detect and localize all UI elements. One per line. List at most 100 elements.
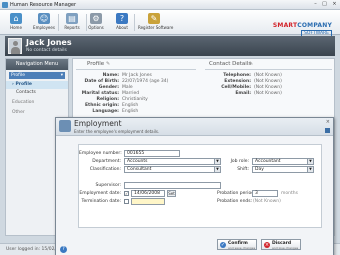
minimize-icon[interactable]: – [311,1,320,8]
toolbar: ⌂ Home ☺ Employees ▤ Reports ⚙ Options ?… [0,10,340,37]
employee-number-label: Employee number: [79,151,122,156]
classification-value: Consultant [127,167,152,172]
field-value: Male [122,85,133,90]
classification-select[interactable]: Consultant ▼ [124,166,221,173]
app-icon [2,2,8,8]
brand-company: COMPANY [297,22,332,29]
close-icon[interactable]: × [330,1,339,8]
maximize-icon[interactable]: □ [320,1,329,8]
sidebar-item-label: Education [12,100,35,105]
field-value: (Not Known) [254,79,282,84]
options-button[interactable]: ⚙ Options [84,12,108,33]
about-icon: ? [116,13,128,24]
employees-label: Employees [33,25,55,30]
termination-date-checkbox[interactable] [124,199,129,204]
dialog-subtitle: Enter the employee's employment details. [74,129,160,134]
set-date-button[interactable]: Set [167,190,176,197]
sidebar-section-select[interactable]: Profile ▾ [9,72,65,79]
field-label: Language: [92,109,119,114]
termination-date-input[interactable] [131,198,165,205]
sidebar-title: Navigation Menu [6,59,68,70]
employment-date-label: Employment date: [79,191,121,196]
sidebar-item-other[interactable]: Other [6,109,68,117]
register-software-label: Register Software [138,25,174,30]
dialog-header: Employment Enter the employee's employme… [56,118,333,136]
probation-period-input[interactable]: 3 [252,190,278,197]
dialog-title: Employment [74,119,122,128]
home-icon: ⌂ [10,13,22,24]
shift-value: Day [255,167,264,172]
profile-divider [76,69,196,70]
supervisor-input[interactable] [124,182,221,189]
employment-date-input[interactable]: 14/06/2008 [131,190,165,197]
field-value: English [122,103,139,108]
employees-button[interactable]: ☺ Employees [32,12,56,33]
register-software-button[interactable]: ✎ Register Software [138,12,174,33]
field-label: Telephone: [223,73,251,78]
field-value: Christianity [122,97,148,102]
employee-number-input[interactable]: 001655 [124,150,180,157]
sidebar-item-label: Contacts [16,90,36,95]
field-label: Name: [102,73,119,78]
field-value: Married [122,91,140,96]
field-label: Date of Birth: [84,79,119,84]
shift-select[interactable]: Day ▼ [252,166,314,173]
field-value: (Not Known) [254,85,282,90]
sidebar-item-label: Other [12,110,25,115]
sidebar-item-profile[interactable]: › Profile [6,81,68,89]
discard-icon: × [264,242,270,248]
confirm-button[interactable]: ✓ Confirm and save changes [217,239,257,250]
register-icon: ✎ [148,13,160,24]
chevron-down-icon: ▼ [307,159,313,164]
classification-label: Classification: [89,167,121,172]
chevron-down-icon: ▼ [214,167,220,172]
probation-period-label: Probation period: [217,191,256,196]
window-title: Human Resource Manager [10,2,77,8]
home-button[interactable]: ⌂ Home [4,12,28,33]
reports-button[interactable]: ▤ Reports [60,12,84,33]
field-value: 22/07/1974 (age 34) [122,79,169,84]
toolbar-separator [134,14,135,31]
field-label: Email: [235,91,251,96]
sidebar-section-value: Profile [11,73,25,78]
edit-contact-icon[interactable]: ✎ [249,61,253,67]
brand-smart: SMART [272,22,298,29]
job-role-label: Job role: [230,159,249,164]
employee-header: Jack Jones No contact details [5,36,335,56]
dialog-close-icon[interactable]: × [326,119,330,125]
department-label: Department: [92,159,121,164]
job-role-select[interactable]: Accountant ▼ [252,158,314,165]
probation-ends-value: (Not Known) [253,199,281,204]
department-select[interactable]: Accounts ▼ [124,158,221,165]
employee-name: Jack Jones [26,38,72,47]
field-value: (Not Known) [254,91,282,96]
home-label: Home [10,25,22,30]
save-icon[interactable] [325,128,330,133]
brand-logo: SMARTCOMPANY SOFTWARE [273,22,332,37]
field-label: Marital status: [81,91,119,96]
chevron-down-icon: ▼ [214,159,220,164]
discard-button[interactable]: × Discard and lose changes [261,239,301,250]
toolbar-separator [58,14,59,31]
reports-icon: ▤ [66,13,78,24]
profile-section-title: Profile [87,61,105,67]
avatar-body [11,47,20,54]
employment-form: Employee number: 001655 Department: Acco… [78,144,322,228]
about-label: About [116,25,128,30]
chevron-right-icon: › [12,82,14,87]
employees-icon: ☺ [38,13,50,24]
check-icon: ✓ [220,242,226,248]
termination-date-label: Termination date: [81,199,121,204]
employment-icon [59,120,71,132]
sidebar-item-education[interactable]: Education [6,99,68,107]
help-icon[interactable]: ? [60,246,67,253]
options-label: Options [88,25,104,30]
employment-date-checkbox[interactable]: ✓ [124,191,129,196]
sidebar-item-contacts[interactable]: Contacts [6,89,68,97]
edit-profile-icon[interactable]: ✎ [106,61,110,67]
about-button[interactable]: ? About [110,12,134,33]
chevron-down-icon: ▾ [60,73,63,78]
field-value: (Not Known) [254,73,282,78]
probation-unit: months [281,191,298,196]
avatar-head [13,41,18,46]
